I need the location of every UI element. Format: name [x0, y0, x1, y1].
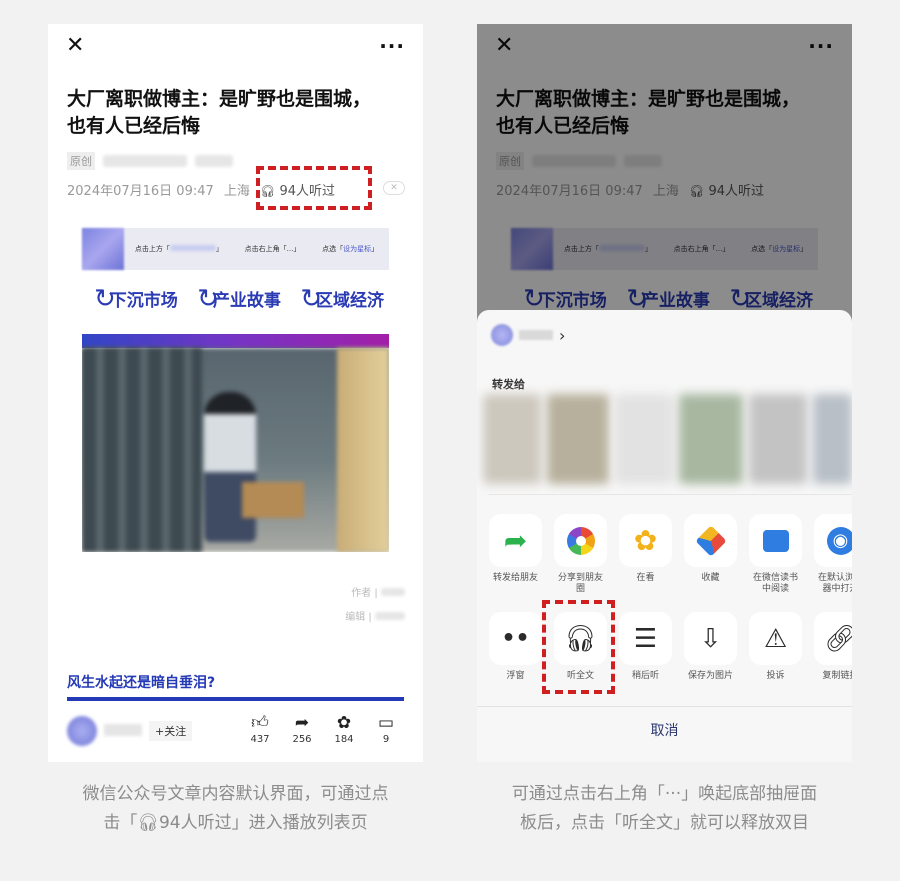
- section-underline: [67, 697, 404, 701]
- caption-line: 击「🎧︎94人听过」进入播放列表页: [103, 813, 368, 833]
- recent-contacts-row: [483, 394, 852, 484]
- thumbs-up-icon: 👍︎: [251, 713, 269, 733]
- action-label: 收藏: [701, 573, 720, 583]
- publish-date: 2024年07月16日 09:47: [67, 184, 214, 199]
- wow-icon: ✿: [633, 524, 658, 557]
- share-sheet: › 转发给 ➦ 转发给朋友 分享到朋友圈 ✿ 在看 收藏 在微信读书中阅读 ◉ …: [477, 310, 852, 762]
- title-line: 大厂离职做博主：是旷野也是围城，: [67, 88, 372, 110]
- float-window-button[interactable]: •• 浮窗: [489, 612, 542, 682]
- browser-icon: ◉: [826, 526, 852, 555]
- account-name-blurred: [519, 330, 553, 340]
- top-bar: ✕ ···: [48, 24, 423, 70]
- headphones-icon: 🎧︎: [137, 813, 159, 833]
- action-label: 投诉: [766, 671, 785, 681]
- article-screen-with-sheet: ✕ ··· 大厂离职做博主：是旷野也是围城， 也有人已经后悔 原创 2024年0…: [477, 24, 852, 762]
- chevron-right-icon: ›: [559, 325, 566, 345]
- section-heading: 风生水起还是暗自垂泪?: [67, 675, 216, 691]
- forward-to-label: 转发给: [492, 378, 525, 391]
- wow-button[interactable]: ✿ 184: [326, 712, 362, 745]
- caption-line: 板后，点击「听全文」就可以释放双目: [520, 813, 809, 833]
- like-button[interactable]: 👍︎ 437: [242, 712, 278, 745]
- action-label: 在默认浏览器中打开: [817, 573, 852, 594]
- contact-thumb[interactable]: [615, 394, 674, 484]
- float-window-icon: ••: [501, 626, 530, 651]
- share-moments-button[interactable]: 分享到朋友圈: [554, 514, 607, 595]
- save-as-image-button[interactable]: ⇩ 保存为图片: [684, 612, 737, 682]
- category-item: ↻ 下沉市场: [94, 283, 178, 314]
- follow-button[interactable]: +关注: [149, 721, 193, 741]
- action-label: 浮窗: [506, 671, 525, 681]
- more-menu-icon[interactable]: ···: [379, 36, 405, 56]
- original-tag: 原创: [67, 152, 95, 170]
- caption-line: 微信公众号文章内容默认界面，可通过点: [82, 784, 389, 804]
- favorite-button[interactable]: 收藏: [684, 514, 737, 595]
- contact-thumb[interactable]: [813, 394, 852, 484]
- moments-icon: [566, 526, 595, 555]
- forward-to-friend-button[interactable]: ➦ 转发给朋友: [489, 514, 542, 595]
- open-in-browser-button[interactable]: ◉ 在默认浏览器中打开: [814, 514, 852, 595]
- share-arrow-icon: ➦: [294, 713, 310, 733]
- article-photo: [82, 334, 389, 552]
- share-arrow-icon: ➦: [503, 524, 528, 557]
- link-icon: 🔗︎: [823, 623, 852, 654]
- close-circle-icon[interactable]: ✕: [383, 181, 405, 195]
- action-label: 稍后听: [631, 671, 659, 681]
- contact-thumb[interactable]: [547, 394, 610, 484]
- category-item: ↻ 产业故事: [197, 283, 281, 314]
- action-label: 复制链接: [822, 671, 852, 681]
- action-label: 转发给朋友: [492, 573, 538, 583]
- favorite-cube-icon: [694, 524, 727, 557]
- contact-thumb[interactable]: [679, 394, 744, 484]
- contact-thumb[interactable]: [483, 394, 542, 484]
- highlight-listen-full-text: [542, 600, 615, 694]
- avatar: [491, 324, 513, 346]
- action-label: 分享到朋友圈: [557, 573, 603, 594]
- account-logo: [82, 228, 124, 270]
- listen-later-button[interactable]: ☰ 稍后听: [619, 612, 672, 682]
- weread-button[interactable]: 在微信读书中阅读: [749, 514, 802, 595]
- action-label: 在看: [636, 573, 655, 583]
- follow-guide-banner: 点击上方「」 点击右上角「...」 点选「设为星标」: [82, 228, 389, 270]
- close-icon[interactable]: ✕: [66, 35, 84, 57]
- avatar[interactable]: [67, 716, 97, 746]
- caption-left: 微信公众号文章内容默认界面，可通过点 击「🎧︎94人听过」进入播放列表页: [48, 780, 423, 838]
- banner-step-2: 点击右上角「...」: [244, 245, 301, 253]
- highlight-listen-count: [256, 166, 372, 210]
- divider: [489, 494, 852, 495]
- article-footer: +关注 👍︎ 437 ➦ 256 ✿ 184 ▭ 9: [48, 712, 423, 762]
- report-button[interactable]: ⚠︎ 投诉: [749, 612, 802, 682]
- action-label: 保存为图片: [687, 671, 733, 681]
- wow-button[interactable]: ✿ 在看: [619, 514, 672, 595]
- comment-icon: ▭: [377, 713, 395, 733]
- article-screen-default: ✕ ··· 大厂离职做博主：是旷野也是围城， 也有人已经后悔 原创 2024年0…: [48, 24, 423, 762]
- contact-thumb[interactable]: [749, 394, 808, 484]
- category-row: ↻ 下沉市场 ↻ 产业故事 ↻ 区域经济: [94, 283, 384, 314]
- wow-icon: ✿: [336, 713, 352, 733]
- sheet-account-row[interactable]: ›: [491, 324, 565, 346]
- article-title: 大厂离职做博主：是旷野也是围城， 也有人已经后悔: [67, 86, 397, 140]
- credits: 作者 | 编辑 |: [345, 582, 405, 630]
- publish-location: 上海: [223, 184, 250, 199]
- banner-step-1: 点击上方「」: [134, 245, 223, 253]
- divider: [477, 706, 852, 707]
- share-button[interactable]: ➦ 256: [284, 712, 320, 745]
- listen-later-icon: ☰: [633, 623, 658, 654]
- author-name-blurred[interactable]: [103, 155, 187, 167]
- account-name-blurred[interactable]: [104, 724, 142, 736]
- save-image-icon: ⇩: [699, 623, 722, 654]
- caption-right: 可通过点击右上角「···」唤起底部抽屉面 板后，点击「听全文」就可以释放双目: [477, 780, 852, 838]
- comment-button[interactable]: ▭ 9: [368, 712, 404, 745]
- caption-line: 可通过点击右上角「···」唤起底部抽屉面: [511, 784, 818, 804]
- banner-step-3: 点选「设为星标」: [322, 245, 379, 253]
- article-source: 原创: [67, 152, 233, 170]
- category-item: ↻ 区域经济: [300, 283, 384, 314]
- action-row-1: ➦ 转发给朋友 分享到朋友圈 ✿ 在看 收藏 在微信读书中阅读 ◉ 在默认浏览: [489, 514, 852, 595]
- cancel-button[interactable]: 取消: [477, 720, 852, 740]
- weread-icon: [762, 529, 789, 552]
- copy-link-button[interactable]: 🔗︎ 复制链接: [814, 612, 852, 682]
- title-line: 也有人已经后悔: [67, 115, 201, 137]
- action-label: 在微信读书中阅读: [752, 573, 798, 594]
- account-name-blurred[interactable]: [195, 155, 233, 167]
- warning-icon: ⚠︎: [763, 623, 788, 654]
